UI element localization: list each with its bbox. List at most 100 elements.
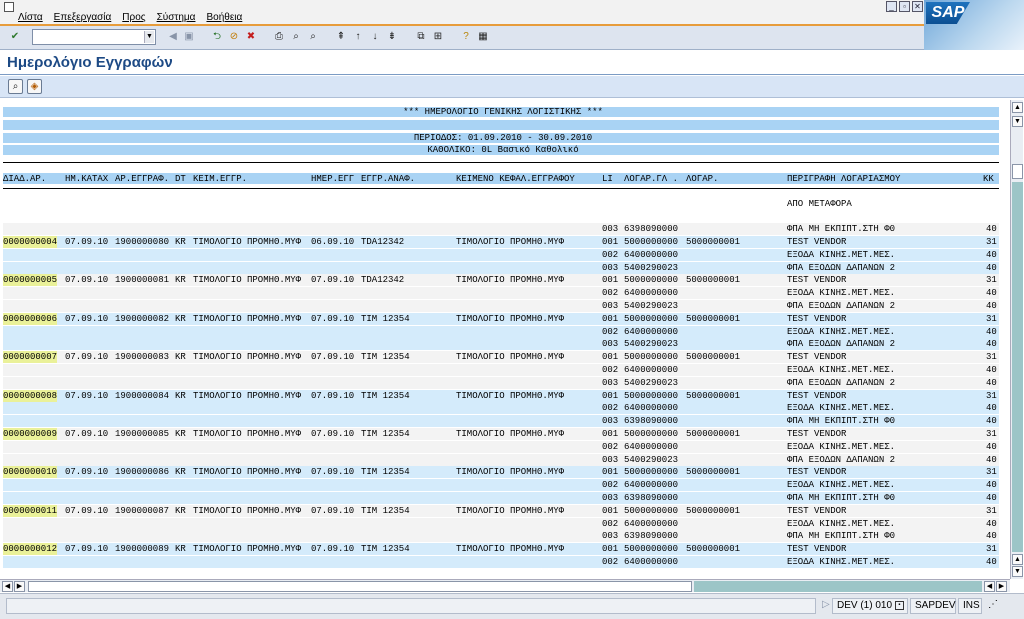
document-row[interactable]: 0000000004 07.09.10 1900000080 KR ΤΙΜΟΛΟΓΙΟ …	[3, 236, 999, 249]
menu-edit[interactable]: Επεξεργασία	[54, 12, 112, 23]
line-item: 001	[602, 314, 619, 324]
previous-page-icon[interactable]: ↑	[351, 30, 365, 44]
vertical-scrollbar[interactable]: ▲ ▼ ▲ ▼	[1010, 100, 1023, 579]
next-page-icon[interactable]: ↓	[368, 30, 382, 44]
system-info-icon[interactable]: ▪	[894, 600, 904, 610]
scroll-down-icon[interactable]: ▼	[1012, 566, 1023, 577]
col-account-desc[interactable]: ΠΕΡΙΓΡΑΦΗ ΛΟΓΑΡΙΑΣΜΟΥ	[787, 173, 900, 185]
line-item-row[interactable]: 003 6398090000 ΦΠΑ ΜΗ ΕΚΠΙΠΤ.ΣΤΗ Φ0 40	[3, 530, 999, 543]
col-doc-type[interactable]: DT	[175, 173, 186, 185]
col-header-text[interactable]: ΚΕΙΜΕΝΟ ΚΕΦΑΛ.ΕΓΓΡΑΦΟΥ	[456, 173, 575, 185]
menu-list[interactable]: Λίστα	[18, 12, 43, 23]
command-field[interactable]: ▼	[32, 29, 156, 45]
col-line-item[interactable]: LI	[602, 173, 613, 185]
menu-goto[interactable]: Προς	[122, 12, 145, 23]
vertical-scroll-track[interactable]	[1012, 182, 1023, 552]
horizontal-scroll-thumb[interactable]	[28, 581, 692, 592]
posting-key: 40	[986, 493, 997, 503]
line-item-row[interactable]: 002 6400000000 ΕΞΟΔΑ ΚΙΝΗΣ.ΜΕΤ.ΜΕΣ. 40	[3, 402, 999, 415]
vertical-scroll-thumb[interactable]	[1012, 164, 1023, 179]
document-row[interactable]: 0000000007 07.09.10 1900000083 KR ΤΙΜΟΛΟΓΙΟ …	[3, 351, 999, 364]
posting-key: 40	[986, 455, 997, 465]
input-mode[interactable]: INS	[958, 598, 982, 614]
col-account[interactable]: ΛΟΓΑΡ.	[686, 173, 718, 185]
last-page-icon[interactable]: ⇟	[385, 30, 399, 44]
scroll-left-page-icon[interactable]: ▶	[14, 581, 25, 592]
line-item-row[interactable]: 002 6400000000 ΕΞΟΔΑ ΚΙΝΗΣ.ΜΕΤ.ΜΕΣ. 40	[3, 249, 999, 262]
line-item-row[interactable]: 002 6400000000 ΕΞΟΔΑ ΚΙΝΗΣ.ΜΕΤ.ΜΕΣ. 40	[3, 364, 999, 377]
print-icon[interactable]: ⎙	[272, 30, 286, 44]
minimize-icon[interactable]: _	[886, 1, 897, 12]
line-item-row[interactable]: 002 6400000000 ΕΞΟΔΑ ΚΙΝΗΣ.ΜΕΤ.ΜΕΣ. 40	[3, 441, 999, 454]
line-item-row[interactable]: 002 6400000000 ΕΞΟΔΑ ΚΙΝΗΣ.ΜΕΤ.ΜΕΣ. 40	[3, 479, 999, 492]
account-desc: TEST VENDOR	[787, 544, 847, 554]
line-item-row[interactable]: 003 5400290023 ΦΠΑ ΕΞΟΔΩΝ ΔΑΠΑΝΩΝ 2 40	[3, 377, 999, 390]
restore-icon[interactable]: ▫	[899, 1, 910, 12]
shortcut-icon[interactable]: ⊞	[431, 30, 445, 44]
posting-key: 31	[986, 506, 997, 516]
find-next-icon[interactable]: ⌕	[306, 30, 320, 44]
scroll-down-page-icon[interactable]: ▲	[1012, 554, 1023, 565]
document-number-key[interactable]: 0000000007	[3, 351, 58, 363]
document-number-key[interactable]: 0000000012	[3, 543, 58, 555]
cancel-icon[interactable]: ✖	[244, 30, 258, 44]
line-item-row[interactable]: 003 5400290023 ΦΠΑ ΕΞΟΔΩΝ ΔΑΠΑΝΩΝ 2 40	[3, 300, 999, 313]
line-item-row[interactable]: 002 6400000000 ΕΞΟΔΑ ΚΙΝΗΣ.ΜΕΤ.ΜΕΣ. 40	[3, 287, 999, 300]
close-icon[interactable]: ✕	[912, 1, 923, 12]
col-doc-date[interactable]: ΗΜΕΡ.ΕΓΓ	[311, 173, 354, 185]
col-doc-number[interactable]: ΑΡ.ΕΓΓΡΑΦ.	[115, 173, 169, 185]
create-session-icon[interactable]: ⧉	[414, 30, 428, 44]
back-arrow-icon[interactable]: ◀	[166, 30, 180, 44]
horizontal-scroll-track[interactable]	[694, 581, 982, 592]
col-gl-account[interactable]: ΛΟΓΑΡ.ΓΛ .	[624, 173, 678, 185]
document-row[interactable]: 0000000011 07.09.10 1900000087 KR ΤΙΜΟΛΟΓΙΟ …	[3, 505, 999, 518]
doc-date: 07.09.10	[311, 391, 355, 401]
line-item-row[interactable]: 003 6398090000 ΦΠΑ ΜΗ ΕΚΠΙΠΤ.ΣΤΗ Φ0 40	[3, 415, 999, 428]
report-period: ΠΕΡΙΟΔΟΣ: 01.09.2010 - 30.09.2010	[413, 133, 593, 143]
document-number-key[interactable]: 0000000009	[3, 428, 58, 440]
col-doc-text[interactable]: ΚΕΙΜ.ΕΓΓΡ.	[193, 173, 247, 185]
col-reference[interactable]: ΕΓΓΡ.ΑΝΑΦ.	[361, 173, 415, 185]
horizontal-scrollbar[interactable]: ◀ ▶ ◀ ▶	[0, 579, 1010, 592]
document-number-key[interactable]: 0000000011	[3, 505, 58, 517]
document-row[interactable]: 0000000010 07.09.10 1900000086 KR ΤΙΜΟΛΟΓΙΟ …	[3, 466, 999, 479]
line-item-row[interactable]: 003 6398090000 ΦΠΑ ΜΗ ΕΚΠΙΠΤ.ΣΤΗ Φ0 40	[3, 492, 999, 505]
col-posting-key[interactable]: ΚΚ	[983, 173, 994, 185]
help-icon[interactable]: ?	[459, 30, 473, 44]
enter-icon[interactable]: ✔	[8, 30, 22, 44]
document-row[interactable]: 0000000006 07.09.10 1900000082 KR ΤΙΜΟΛΟΓΙΟ …	[3, 313, 999, 326]
line-item-row[interactable]: 003 5400290023 ΦΠΑ ΕΞΟΔΩΝ ΔΑΠΑΝΩΝ 2 40	[3, 338, 999, 351]
menu-help[interactable]: Βοήθεια	[206, 12, 242, 23]
document-number-key[interactable]: 0000000004	[3, 236, 58, 248]
document-row[interactable]: 0000000005 07.09.10 1900000081 KR ΤΙΜΟΛΟΓΙΟ …	[3, 274, 999, 287]
line-item-row[interactable]: 002 6400000000 ΕΞΟΔΑ ΚΙΝΗΣ.ΜΕΤ.ΜΕΣ. 40	[3, 556, 999, 569]
menu-system[interactable]: Σύστημα	[157, 12, 196, 23]
scroll-left-icon[interactable]: ◀	[2, 581, 13, 592]
command-dropdown-icon[interactable]: ▼	[144, 31, 154, 43]
col-doc-no[interactable]: ΔΙΑΔ.ΑΡ.	[3, 173, 46, 185]
back-icon[interactable]: ⮌	[210, 30, 224, 44]
document-number-key[interactable]: 0000000008	[3, 390, 58, 402]
document-number-key[interactable]: 0000000006	[3, 313, 58, 325]
document-row[interactable]: 0000000009 07.09.10 1900000085 KR ΤΙΜΟΛΟΓΙΟ …	[3, 428, 999, 441]
window-menu-icon[interactable]	[4, 2, 14, 12]
scroll-up-icon[interactable]: ▲	[1012, 102, 1023, 113]
first-page-icon[interactable]: ⇞	[334, 30, 348, 44]
carry-forward-row[interactable]: 003 6398090000 ΦΠΑ ΜΗ ΕΚΠΙΠΤ.ΣΤΗ Φ0 40	[3, 223, 999, 236]
document-row[interactable]: 0000000012 07.09.10 1900000089 KR ΤΙΜΟΛΟΓΙΟ …	[3, 543, 999, 556]
scroll-up-page-icon[interactable]: ▼	[1012, 116, 1023, 127]
document-number-key[interactable]: 0000000005	[3, 274, 58, 286]
line-item: 002	[602, 288, 619, 298]
detail-icon[interactable]: ⌕	[8, 79, 23, 94]
scroll-right-icon[interactable]: ▶	[996, 581, 1007, 592]
system-info[interactable]: DEV (1) 010 ▪	[832, 598, 908, 614]
document-number-key[interactable]: 0000000010	[3, 466, 58, 478]
choose-icon[interactable]: ◈	[27, 79, 42, 94]
find-icon[interactable]: ⌕	[289, 30, 303, 44]
exit-icon[interactable]: ⊘	[227, 30, 241, 44]
layout-menu-icon[interactable]: ▦	[476, 30, 490, 44]
save-icon[interactable]: ▣	[182, 30, 196, 44]
scroll-right-page-icon[interactable]: ◀	[984, 581, 995, 592]
resize-grip-icon[interactable]: ⋰	[984, 598, 1018, 614]
col-entry-date[interactable]: ΗΜ.ΚΑΤΑΧ	[65, 173, 108, 185]
